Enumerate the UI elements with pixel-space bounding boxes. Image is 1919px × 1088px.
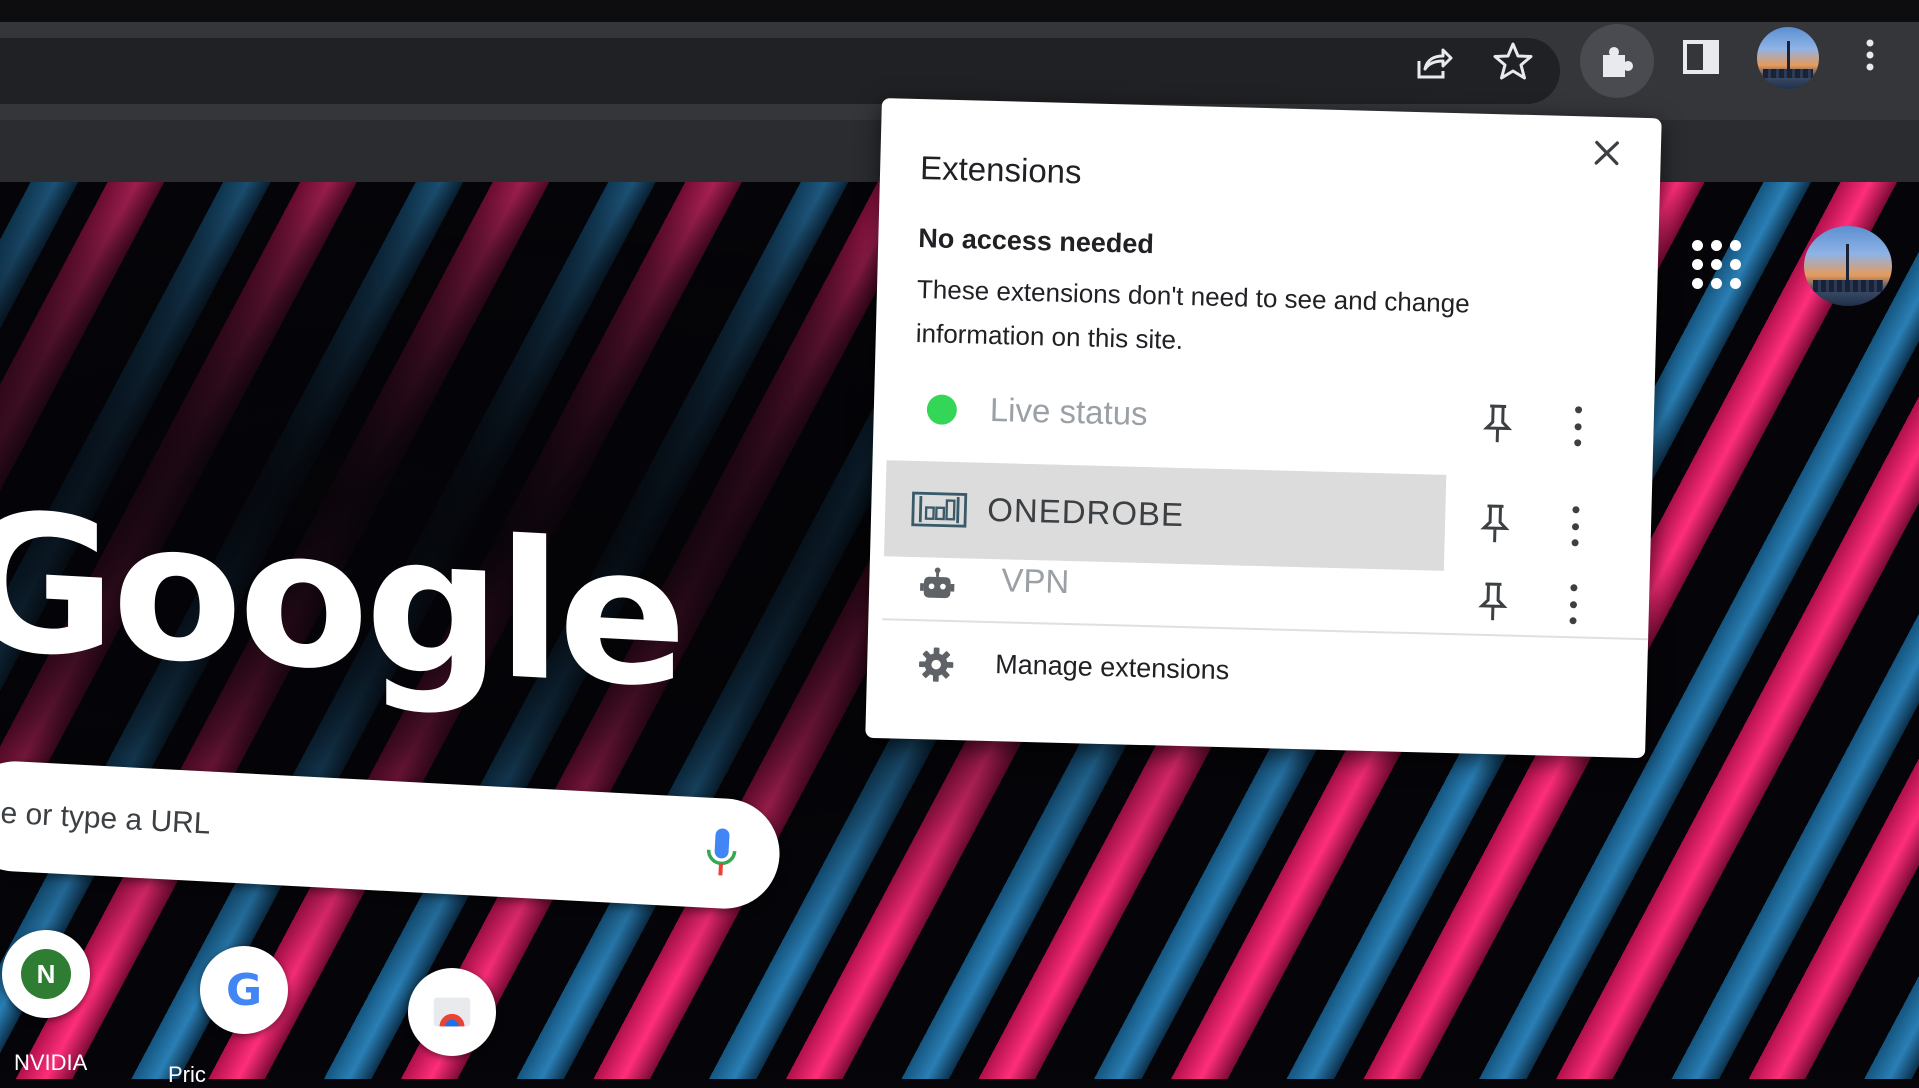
shortcut-google[interactable]: G [200,946,288,1034]
shortcut-nvidia-icon: N [21,949,71,999]
side-panel-button[interactable] [1671,27,1731,87]
section-heading: No access needed [917,223,1155,260]
shortcut-label: Pric [168,1062,206,1087]
extensions-popup: Extensions No access needed These extens… [865,98,1662,759]
browser-menu-button[interactable] [1845,25,1895,85]
more-vert-icon[interactable] [1564,502,1585,551]
shortcut-chrome-store[interactable] [408,968,496,1056]
extension-row-live-status[interactable]: Live status [873,360,1655,476]
section-description: These extensions don't need to see and c… [915,273,1471,355]
manage-extensions-row[interactable]: Manage extensions [866,630,1648,720]
popup-title: Extensions [919,149,1083,191]
extension-name: ONEDROBE [986,490,1185,534]
side-panel-icon [1683,40,1719,74]
green-dot-icon [913,383,970,436]
google-account-avatar[interactable] [1804,226,1892,306]
close-icon [1594,140,1619,166]
extensions-button[interactable] [1580,24,1654,98]
tab-strip [0,0,1919,22]
puzzle-piece-icon [1603,47,1633,77]
share-icon [1417,48,1453,79]
bookmark-button[interactable] [1483,31,1543,91]
pin-icon[interactable] [1477,402,1518,447]
robot-icon [909,557,966,610]
wardrobe-icon [911,483,968,536]
search-placeholder: e or type a URL [0,796,212,841]
pin-icon[interactable] [1472,580,1513,625]
pin-icon[interactable] [1474,502,1515,547]
extension-name: Live status [989,390,1149,433]
shortcut-nvidia[interactable]: N [2,930,90,1018]
more-vert-icon[interactable] [1562,580,1583,629]
address-bar[interactable] [0,38,1560,104]
share-button[interactable] [1403,33,1463,93]
chrome-web-store-icon [433,997,471,1027]
apps-grid-icon[interactable] [1692,240,1742,290]
google-g-icon: G [225,964,263,1016]
microphone-icon[interactable] [702,826,741,880]
manage-extensions-label: Manage extensions [994,649,1230,686]
shortcut-label: NVIDIA [14,1050,88,1075]
profile-avatar[interactable] [1757,27,1819,89]
three-dot-vertical-icon [1866,39,1874,71]
more-vert-icon[interactable] [1567,402,1588,451]
star-icon [1493,42,1533,80]
google-logo: Google [0,471,684,730]
gear-icon [919,647,954,682]
extension-name: VPN [1000,561,1070,601]
close-button[interactable] [1584,130,1629,175]
